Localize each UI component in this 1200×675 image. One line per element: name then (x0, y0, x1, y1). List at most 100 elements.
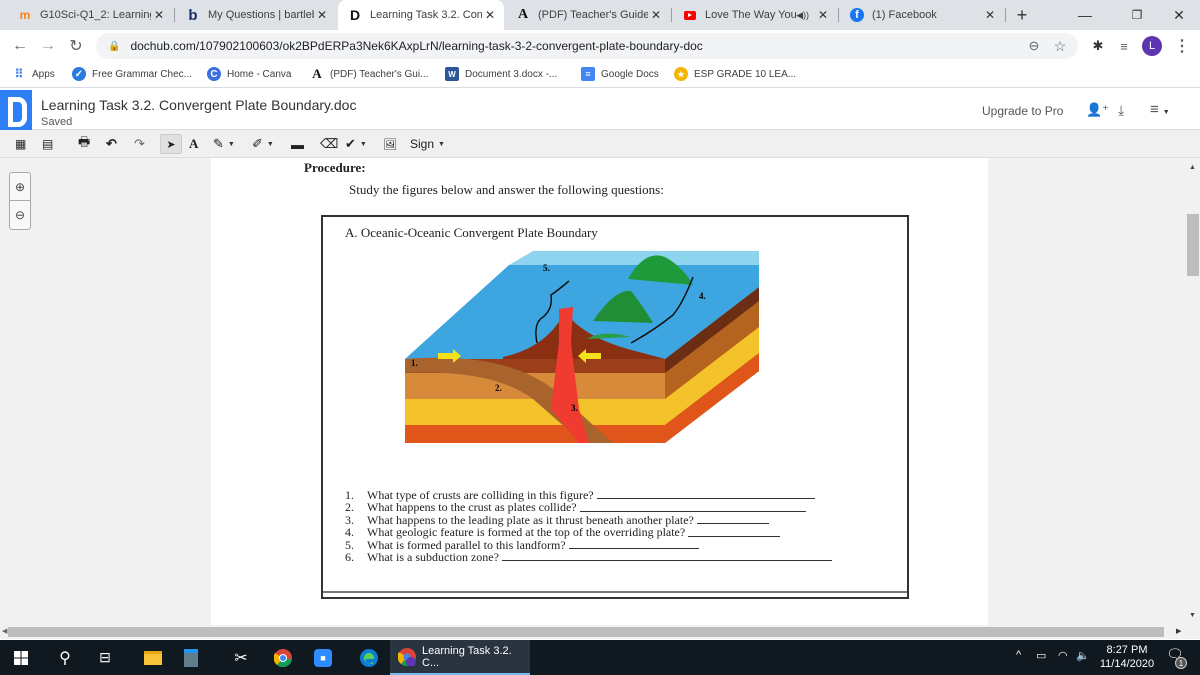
tab-youtube[interactable]: Love The Way You L ◀)) ✕ (673, 0, 837, 30)
bookmark-grammar[interactable]: ✓ Free Grammar Chec... (72, 67, 192, 81)
task-view-icon[interactable]: ⊟ (84, 640, 126, 675)
eraser-icon[interactable]: ⌫ (320, 134, 338, 154)
close-tab-icon[interactable]: ✕ (815, 8, 831, 22)
calculator-icon[interactable] (170, 640, 212, 675)
checkmark-tool-icon[interactable]: ✔ ▼ (345, 134, 367, 154)
comment-icon[interactable]: ▬ (291, 134, 304, 154)
close-tab-icon[interactable]: ✕ (314, 8, 330, 22)
forward-button[interactable]: → (36, 34, 60, 58)
tab-facebook[interactable]: f (1) Facebook ✕ (840, 0, 1004, 30)
print-icon[interactable]: 🖶 (78, 134, 90, 154)
menu-icon[interactable]: ≡ ▼ (1150, 101, 1170, 118)
bookmark-esp[interactable]: ★ ESP GRADE 10 LEA... (674, 67, 796, 81)
bookmark-word-doc[interactable]: W Document 3.docx -... (445, 67, 557, 81)
select-tool-icon[interactable]: ➤ (160, 134, 182, 154)
figure-bottom-rule (323, 591, 907, 593)
redo-icon[interactable]: ↷ (134, 134, 145, 154)
close-tab-icon[interactable]: ✕ (482, 8, 498, 22)
edge-icon[interactable] (348, 640, 390, 675)
bookmark-google-docs[interactable]: ≡ Google Docs (581, 67, 659, 81)
bookmark-canva[interactable]: C Home - Canva (207, 67, 291, 81)
question-item: 4. What geologic feature is formed at the… (345, 525, 832, 540)
answer-blank[interactable] (596, 489, 815, 500)
browser-menu-icon[interactable]: ⋮ (1170, 34, 1194, 58)
answer-blank[interactable] (579, 501, 806, 512)
bookmark-label: Google Docs (601, 68, 659, 80)
figure-label-3: 3. (571, 403, 578, 413)
horizontal-scroll-thumb[interactable] (8, 627, 1164, 637)
clock-date: 11/14/2020 (1099, 658, 1155, 670)
minimize-button[interactable]: — (1062, 0, 1108, 30)
draw-tool-icon[interactable]: ✎ ▼ (213, 134, 235, 154)
add-user-icon[interactable]: 👤⁺ (1086, 102, 1109, 118)
image-tool-icon[interactable]: 🖼 (383, 134, 397, 154)
procedure-heading: Procedure: (304, 160, 366, 175)
wifi-icon[interactable]: ◠ (1058, 649, 1068, 662)
chrome-profile-icon (397, 647, 416, 667)
undo-icon[interactable]: ↶ (106, 134, 117, 154)
show-hidden-icons-chevron-icon[interactable]: ^ (1016, 649, 1021, 661)
bookmark-apps[interactable]: ⠿ Apps (12, 67, 55, 81)
system-clock[interactable]: 8:27 PM 11/14/2020 (1095, 643, 1159, 671)
outline-view-icon[interactable]: ▤ (42, 134, 53, 154)
scroll-down-arrow-icon[interactable]: ▼ (1189, 612, 1196, 619)
question-text: What geologic feature is formed at the t… (367, 525, 686, 540)
restore-button[interactable]: ❐ (1114, 0, 1160, 30)
figure-label-1: 1. (411, 358, 418, 368)
zoom-out-icon[interactable]: ⊖ (10, 201, 30, 229)
horizontal-scrollbar[interactable]: ◀ ▶ (0, 625, 1200, 639)
scroll-right-arrow-icon[interactable]: ▶ (1176, 627, 1181, 635)
address-bar[interactable]: 🔒 dochub.com/107902100603/ok2BPdERPa3Nek… (96, 33, 1078, 59)
tab-g10sci[interactable]: m G10Sci-Q1_2: Learning ✕ (8, 0, 173, 30)
text-tool-icon[interactable]: A (189, 134, 198, 154)
zoom-app-icon[interactable]: ■ (302, 640, 344, 675)
bookmark-star-icon[interactable]: ☆ (1048, 34, 1072, 58)
zoom-in-icon[interactable]: ⊕ (10, 173, 30, 201)
facebook-icon: f (850, 8, 864, 22)
tab-bartleby[interactable]: b My Questions | bartleby ✕ (176, 0, 336, 30)
search-icon[interactable]: ⚲ (44, 640, 86, 675)
back-button[interactable]: ← (8, 34, 32, 58)
dochub-icon: D (349, 7, 361, 23)
document-page[interactable]: Procedure: Study the figures below and a… (211, 158, 988, 625)
answer-blank[interactable] (501, 551, 832, 562)
vertical-scrollbar[interactable]: ▲ ▼ (1186, 158, 1200, 625)
document-title[interactable]: Learning Task 3.2. Convergent Plate Boun… (41, 97, 356, 113)
volume-icon[interactable]: 🔈 (1076, 649, 1090, 662)
highlight-tool-icon[interactable]: ✐ ▼ (252, 134, 274, 154)
dochub-logo[interactable] (0, 90, 32, 130)
download-icon[interactable]: ⤓ (1118, 102, 1124, 119)
upgrade-to-pro-link[interactable]: Upgrade to Pro (982, 104, 1063, 118)
tab-title: (PDF) Teacher's Guide fo (538, 9, 648, 21)
audio-playing-icon[interactable]: ◀)) (796, 10, 809, 21)
taskbar-active-window[interactable]: Learning Task 3.2. C... (390, 640, 530, 675)
profile-avatar[interactable]: L (1140, 34, 1164, 58)
file-explorer-icon[interactable] (132, 640, 174, 675)
close-tab-icon[interactable]: ✕ (648, 8, 664, 22)
snipping-tool-icon[interactable]: ✂ (220, 640, 262, 675)
scroll-left-arrow-icon[interactable]: ◀ (2, 627, 7, 635)
tab-dochub[interactable]: D Learning Task 3.2. Conv ✕ (338, 0, 504, 30)
chrome-icon[interactable] (262, 640, 304, 675)
reload-button[interactable]: ↻ (64, 34, 88, 58)
bookmark-academia[interactable]: A (PDF) Teacher's Gui... (310, 66, 428, 81)
zoom-out-page-icon[interactable]: ⊖ (1022, 34, 1046, 58)
sign-dropdown[interactable]: Sign ▼ (410, 134, 445, 154)
close-tab-icon[interactable]: ✕ (982, 8, 998, 22)
answer-blank[interactable] (688, 526, 781, 537)
new-tab-button[interactable]: + (1000, 0, 1044, 30)
tab-separator (174, 8, 175, 22)
answer-blank[interactable] (696, 514, 769, 525)
tab-academia[interactable]: A (PDF) Teacher's Guide fo ✕ (506, 0, 670, 30)
battery-icon[interactable]: ▭ (1036, 649, 1046, 662)
close-tab-icon[interactable]: ✕ (151, 8, 167, 22)
windows-start-icon[interactable] (0, 640, 42, 675)
url-text[interactable]: dochub.com/107902100603/ok2BPdERPa3Nek6K… (130, 39, 702, 53)
vertical-scroll-thumb[interactable] (1187, 214, 1199, 276)
media-control-icon[interactable]: ≡ (1112, 34, 1136, 58)
thumbnails-grid-icon[interactable]: ▦ (15, 134, 26, 154)
scroll-up-arrow-icon[interactable]: ▲ (1189, 164, 1196, 171)
close-window-button[interactable]: ✕ (1156, 0, 1200, 30)
answer-blank[interactable] (568, 539, 699, 550)
extensions-icon[interactable]: ✱ (1086, 34, 1110, 58)
